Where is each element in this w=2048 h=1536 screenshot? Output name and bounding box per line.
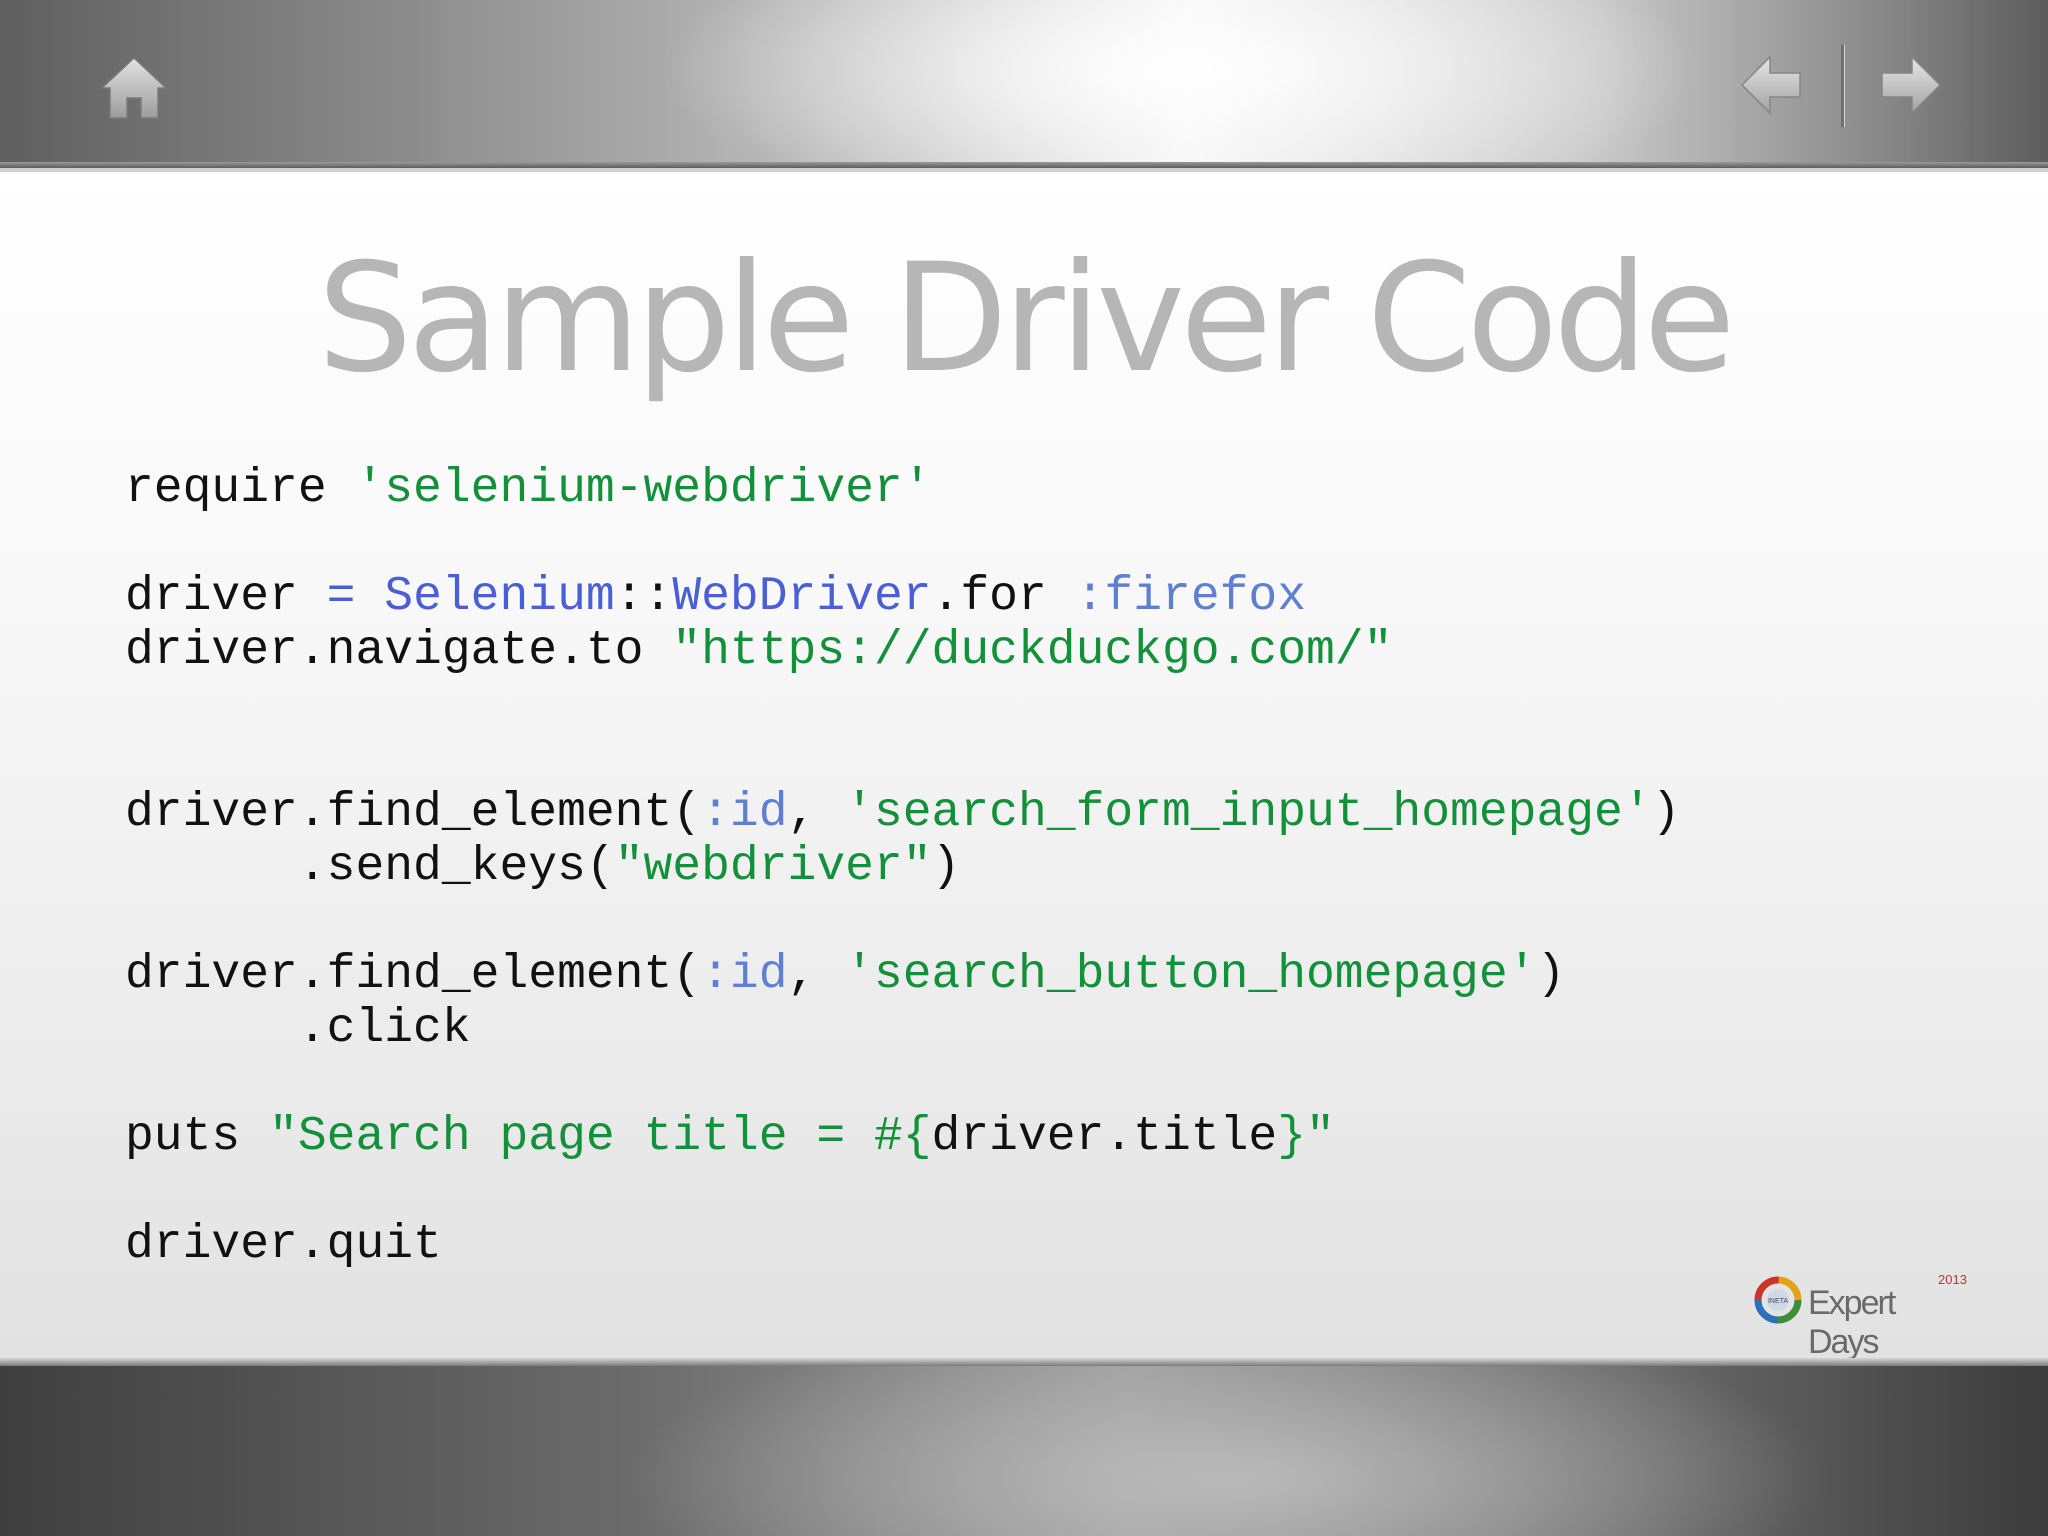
code-token: .for [931,570,1076,624]
code-token: 'selenium-webdriver' [355,462,932,516]
code-token: :firefox [1075,570,1307,624]
code-token: Selenium [384,570,615,624]
footer-bar [0,1358,2048,1536]
toolbar [0,0,2048,168]
code-token: driver.find_element( [125,948,702,1002]
code-token: .click [125,1002,471,1056]
slide-content: Sample Driver Code require 'selenium-web… [0,168,2048,1361]
code-token: require [125,462,356,516]
code-line: .click [125,1002,1680,1056]
code-token: , [787,948,846,1002]
code-token: driver.title [931,1110,1278,1164]
logo-text: Expert Days [1808,1284,1896,1361]
code-token: puts [125,1110,270,1164]
logo-year: 2013 [1938,1272,1967,1287]
slide-title: Sample Driver Code [317,232,1735,406]
code-token: .send_keys( [125,840,615,894]
code-line: driver.find_element(:id, 'search_button_… [125,948,1680,1002]
logo-ring-icon: INETA [1754,1276,1802,1324]
code-token: ) [1651,786,1681,840]
code-token: 'search_button_homepage' [845,948,1537,1002]
code-line: .send_keys("webdriver") [125,840,1680,894]
code-token: ) [1536,948,1566,1002]
code-token: driver [125,570,327,624]
arrow-right-icon[interactable] [1880,55,1942,115]
code-token: :id [701,786,788,840]
code-token: }" [1277,1110,1335,1164]
code-block: require 'selenium-webdriver' driver = Sel… [125,462,1680,1272]
code-token: = [326,570,356,624]
code-token: driver.navigate.to [125,624,673,678]
code-token: ) [931,840,961,894]
logo-badge-text: INETA [1768,1298,1788,1305]
nav-divider [1841,45,1845,127]
code-token: :: [614,570,673,624]
code-line: require 'selenium-webdriver' [125,462,1680,516]
code-line: driver.find_element(:id, 'search_form_in… [125,786,1680,840]
home-icon[interactable] [100,56,168,120]
code-token: :id [701,948,788,1002]
code-token: driver.find_element( [125,786,702,840]
arrow-left-icon[interactable] [1740,55,1802,115]
code-line: driver = Selenium::WebDriver.for :firefo… [125,570,1680,624]
code-token: "Search page title = #{ [269,1110,932,1164]
code-line: driver.quit [125,1218,1680,1272]
code-token: WebDriver [672,570,932,624]
code-token: "webdriver" [614,840,932,894]
code-token: "https://duckduckgo.com/" [672,624,1393,678]
code-line: driver.navigate.to "https://duckduckgo.c… [125,624,1680,678]
code-token: driver.quit [125,1218,442,1272]
code-token: , [787,786,846,840]
code-line: puts "Search page title = #{driver.title… [125,1110,1680,1164]
code-token: 'search_form_input_homepage' [845,786,1652,840]
expert-days-logo: INETA Expert Days 2013 [1754,1272,1967,1361]
